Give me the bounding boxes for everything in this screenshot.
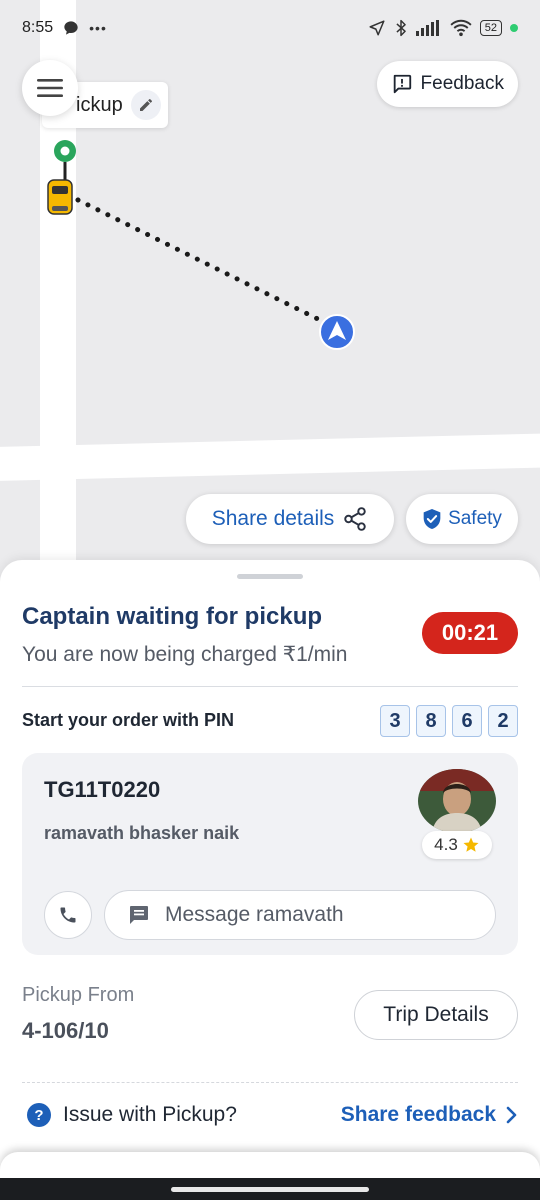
edit-icon[interactable]	[130, 90, 161, 120]
waiting-timer: 00:21	[422, 612, 518, 654]
call-button[interactable]	[44, 891, 92, 939]
star-icon	[463, 837, 479, 852]
message-input[interactable]	[104, 890, 496, 940]
vehicle-plate-number: TG11T0220	[44, 777, 161, 802]
home-gesture-bar[interactable]	[171, 1186, 369, 1192]
ride-status-title: Captain waiting for pickup	[22, 603, 323, 630]
privacy-dot	[510, 24, 518, 32]
signal-icon	[415, 20, 439, 36]
map-view[interactable]: ickup Feedback Share details Safety	[0, 0, 540, 590]
chevron-right-icon	[506, 1106, 517, 1124]
hamburger-icon	[37, 79, 63, 97]
issue-question: Issue with Pickup?	[63, 1103, 237, 1126]
help-icon: ?	[27, 1103, 51, 1127]
pickup-chip-label: ickup	[76, 93, 123, 116]
driver-rating-badge: 4.3	[422, 831, 492, 859]
battery-indicator: 52	[479, 20, 502, 36]
more-notifications-icon: •••	[89, 20, 107, 36]
location-arrow-icon	[369, 20, 385, 36]
feedback-label: Feedback	[420, 73, 504, 94]
share-details-label: Share details	[211, 507, 335, 530]
driver-avatar[interactable]	[418, 769, 496, 833]
pin-label: Start your order with PIN	[22, 710, 235, 730]
menu-button[interactable]	[22, 60, 78, 116]
pickup-address: 4-106/10	[22, 1018, 109, 1043]
auto-rickshaw-icon	[47, 179, 73, 215]
pin-digit: 8	[416, 705, 446, 737]
issue-row: ? Issue with Pickup? Share feedback	[22, 1097, 518, 1133]
divider	[22, 1082, 518, 1083]
status-bar: 8:55 ••• 52	[0, 0, 540, 56]
pin-digit: 6	[452, 705, 482, 737]
ride-status-sheet: Captain waiting for pickup You are now b…	[0, 560, 540, 1200]
message-icon	[130, 906, 148, 924]
share-feedback-label: Share feedback	[340, 1103, 496, 1126]
wifi-icon	[450, 19, 472, 37]
safety-button[interactable]: Safety	[406, 494, 518, 544]
system-nav-bar	[0, 1178, 540, 1200]
ride-status-subtitle: You are now being charged ₹1/min	[22, 643, 348, 666]
sheet-drag-handle[interactable]	[237, 574, 303, 579]
divider	[22, 686, 518, 687]
feedback-icon	[393, 74, 411, 94]
share-feedback-link[interactable]: Share feedback	[341, 1103, 518, 1127]
pin-digit: 3	[380, 705, 410, 737]
share-icon	[344, 507, 367, 531]
pickup-from-label: Pickup From	[22, 984, 135, 1006]
chat-bubble-icon	[64, 21, 78, 35]
pin-digit: 2	[488, 705, 518, 737]
driver-name: ramavath bhasker naik	[44, 823, 240, 843]
message-field[interactable]	[165, 903, 465, 927]
destination-marker	[319, 314, 355, 350]
pin-code: 3 8 6 2	[380, 705, 518, 737]
shield-icon	[423, 509, 441, 529]
safety-label: Safety	[448, 508, 502, 529]
trip-details-button[interactable]: Trip Details	[354, 990, 518, 1040]
share-details-button[interactable]: Share details	[186, 494, 394, 544]
driver-card: TG11T0220 ramavath bhasker naik 4.3	[22, 753, 518, 955]
phone-icon	[60, 907, 76, 923]
driver-rating: 4.3	[434, 835, 458, 854]
bluetooth-icon	[396, 19, 406, 37]
status-time: 8:55	[22, 19, 54, 36]
feedback-button[interactable]: Feedback	[376, 61, 518, 107]
route-path	[65, 192, 333, 328]
